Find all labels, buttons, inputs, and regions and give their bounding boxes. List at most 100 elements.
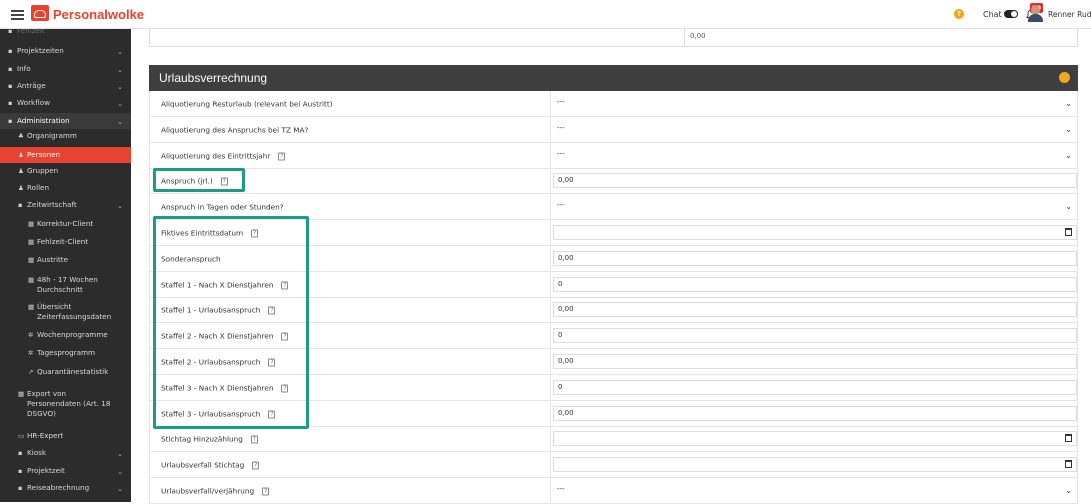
sidebar-item-projektzeiten[interactable]: ▪ Projektzeiten ⌄ xyxy=(0,45,131,57)
sidebar-item-label: Projektzeiten xyxy=(17,46,64,55)
chevron-down-icon: ⌄ xyxy=(117,66,123,74)
text-input[interactable]: 0,00 xyxy=(553,302,1077,317)
sidebar-item-kiosk[interactable]: ▪ Kiosk ⌄ xyxy=(0,447,131,459)
sidebar-item-quarantänestatistik[interactable]: ↗ Quarantänestatistik xyxy=(0,366,131,378)
chevron-down-icon: ⌄ xyxy=(117,468,123,476)
select-field[interactable]: --- ⌄ xyxy=(553,96,1077,111)
sidebar-item-korrektur-client[interactable]: ▦ Korrektur-Client xyxy=(0,218,131,230)
field-value: 0,00 xyxy=(558,176,574,184)
form-row: Urlaubsverfall/verjährung? --- ⌄ xyxy=(149,478,1078,504)
sidebar-item-label: Projektzeit xyxy=(27,466,65,475)
sidebar-item-reiseabrechnung[interactable]: ▪ Reiseabrechnung ⌄ xyxy=(0,482,131,494)
text-input[interactable]: 0 xyxy=(553,380,1077,395)
form-row: Urlaubsverfall Stichtag? xyxy=(149,452,1078,478)
sidebar-item-fehlzeit-client[interactable]: ▦ Fehlzeit-Client xyxy=(0,236,131,248)
date-field[interactable] xyxy=(553,431,1077,446)
text-input[interactable]: 0 xyxy=(553,277,1077,292)
sidebar-item-anträge[interactable]: ▪ Anträge ⌄ xyxy=(0,80,131,92)
chevron-down-icon: ⌄ xyxy=(117,450,123,458)
chevron-down-icon: ⌄ xyxy=(1065,125,1072,134)
text-input[interactable]: 0,00 xyxy=(553,173,1077,188)
sidebar-item-übersicht-zeiterfassungsdaten[interactable]: ▦ Übersicht Zeiterfassungsdaten xyxy=(0,299,131,321)
form-row: Aliquotierung des Anspruchs bei TZ MA? --… xyxy=(149,117,1078,143)
select-field[interactable]: --- ⌄ xyxy=(553,148,1077,163)
select-field[interactable]: --- ⌄ xyxy=(553,199,1077,214)
calendar-icon[interactable] xyxy=(1065,434,1072,442)
sidebar-item-icon: ▪ xyxy=(18,484,23,492)
status-indicator xyxy=(1059,72,1070,83)
chat-toggle[interactable] xyxy=(1004,10,1018,18)
select-field[interactable]: --- ⌄ xyxy=(553,122,1077,137)
top-bar: Personalwolke ? Chat 70 Renner Rud xyxy=(0,0,1091,29)
user-name[interactable]: Renner Rud xyxy=(1048,10,1091,19)
text-input[interactable]: 0 xyxy=(553,328,1077,343)
sidebar-item-tagesprogramm[interactable]: ✲ Tagesprogramm xyxy=(0,347,131,359)
sidebar-item-austritte[interactable]: ▦ Austritte xyxy=(0,254,131,266)
sidebar-item-label: Tagesprogramm xyxy=(37,348,96,357)
sidebar-item-wochenprogramme[interactable]: ✲ Wochenprogramme xyxy=(0,329,131,341)
sidebar-item-icon: ▪ xyxy=(18,201,23,209)
field-value: --- xyxy=(557,201,565,209)
field-value: 0,00 xyxy=(558,409,574,417)
help-tooltip-icon[interactable]: ? xyxy=(250,435,258,443)
sidebar-item-personen[interactable]: ♟ Personen xyxy=(0,147,131,163)
chevron-down-icon: ⌄ xyxy=(117,48,123,56)
field-label: Aliquotierung des Eintrittsjahr? xyxy=(161,151,286,160)
sidebar-item-label: Export von Personendaten (Art. 18 DSGVO) xyxy=(27,389,111,418)
form-row: Stichtag Hinzuzählung? xyxy=(149,426,1078,452)
text-input[interactable]: 0,00 xyxy=(553,354,1077,369)
avatar[interactable] xyxy=(1028,5,1043,22)
menu-icon[interactable] xyxy=(11,10,24,20)
sidebar-item-export-von-personendaten-art-18-dsgvo[interactable]: ▦ Export von Personendaten (Art. 18 DSGVO… xyxy=(0,386,131,420)
calendar-icon[interactable] xyxy=(1065,460,1072,468)
chevron-down-icon: ⌄ xyxy=(117,83,123,91)
cloud-logo-icon xyxy=(31,5,49,21)
chevron-down-icon: ⌄ xyxy=(1065,151,1072,160)
sidebar-item-label: Zeitwirtschaft xyxy=(27,200,77,209)
sidebar-item-icon: ♟ xyxy=(18,151,24,159)
chevron-down-icon: ⌄ xyxy=(1065,202,1072,211)
brand-name[interactable]: Personalwolke xyxy=(53,7,144,22)
help-tooltip-icon[interactable]: ? xyxy=(262,487,270,495)
field-value: 0,00 xyxy=(558,254,574,262)
field-value: 0,00 xyxy=(558,357,574,365)
sidebar-item-label: Austritte xyxy=(37,255,69,264)
sidebar-item-rollen[interactable]: ♟ Rollen xyxy=(0,182,131,194)
date-field[interactable] xyxy=(553,225,1077,240)
field-label-text: Stichtag Hinzuzählung xyxy=(161,434,243,443)
sidebar-item-fehlzeit[interactable]: ▪ Fehlzeit xyxy=(0,29,131,37)
calendar-icon[interactable] xyxy=(1065,228,1072,236)
text-input[interactable]: 0,00 xyxy=(553,406,1077,421)
select-field[interactable]: --- ⌄ xyxy=(553,483,1077,498)
help-icon[interactable]: ? xyxy=(954,9,964,19)
sidebar-item-icon: ▪ xyxy=(18,467,23,475)
field-label-text: Aliquotierung des Anspruchs bei TZ MA? xyxy=(161,125,309,134)
text-input[interactable]: 0,00 xyxy=(553,251,1077,266)
help-tooltip-icon[interactable]: ? xyxy=(252,461,260,469)
field-label: Urlaubsverfall Stichtag? xyxy=(161,460,260,469)
sidebar-item-icon: ▪ xyxy=(8,65,13,73)
field-label: Urlaubsverfall/verjährung? xyxy=(161,486,270,495)
sidebar-item-icon: ▪ xyxy=(8,99,13,107)
sidebar-item-organigramm[interactable]: ♣ Organigramm xyxy=(0,130,131,142)
sidebar-item-workflow[interactable]: ▪ Workflow ⌄ xyxy=(0,97,131,109)
sidebar-item-48h-17-wochen-durchschnitt[interactable]: ▦ 48h - 17 Wochen Durchschnitt xyxy=(0,272,131,294)
sidebar-item-gruppen[interactable]: ♟ Gruppen xyxy=(0,165,131,177)
sidebar-item-label: Gruppen xyxy=(27,166,59,175)
sidebar-item-label: Administration xyxy=(17,116,70,125)
sidebar-item-icon: ▪ xyxy=(8,82,13,90)
sidebar-item-icon: ▪ xyxy=(8,117,13,125)
sidebar-item-zeitwirtschaft[interactable]: ▪ Zeitwirtschaft ⌄ xyxy=(0,199,131,211)
highlight-box-anspruch xyxy=(153,168,245,192)
help-tooltip-icon[interactable]: ? xyxy=(278,152,286,160)
sidebar-item-label: Rollen xyxy=(27,183,50,192)
sidebar-item-info[interactable]: ▪ Info ⌄ xyxy=(0,63,131,75)
date-field[interactable] xyxy=(553,457,1077,472)
sidebar-item-projektzeit[interactable]: ▪ Projektzeit ⌄ xyxy=(0,465,131,477)
sidebar-item-administration[interactable]: ▪ Administration ⌄ xyxy=(0,113,131,129)
sidebar-item-label: Wochenprogramme xyxy=(37,330,108,339)
sidebar-item-icon: ♟ xyxy=(18,167,24,175)
sidebar-item-icon: ▦ xyxy=(18,390,25,398)
sidebar-item-label: Info xyxy=(17,64,31,73)
sidebar-item-hr-expert[interactable]: ▭ HR-Expert xyxy=(0,430,131,442)
